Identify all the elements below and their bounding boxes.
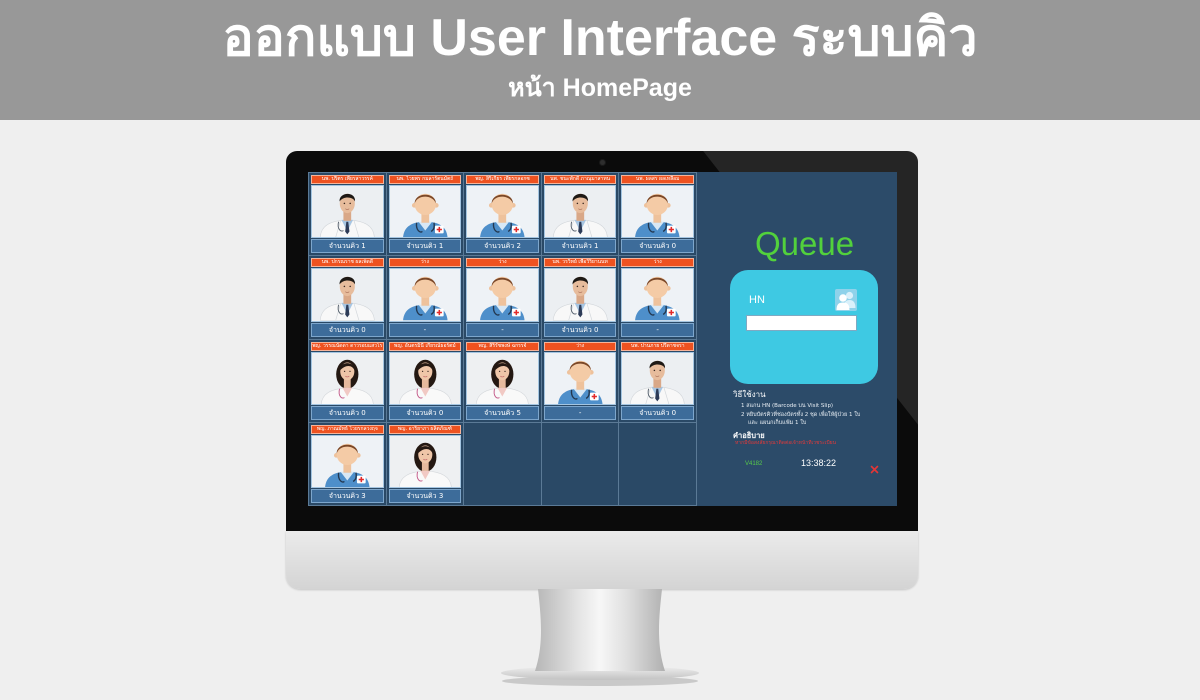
doctor-placeholder-icon: [388, 185, 462, 239]
doctor-placeholder-icon: [543, 351, 617, 405]
doctor-card[interactable]: พญ. สิริรัชพงษ์ ฉกรรจ์จำนวนคิว 5: [464, 339, 541, 422]
doctor-name: นพ. ชนะพักดี ภาณุมาสาทน: [543, 175, 617, 184]
doctor-card[interactable]: พญ. อาริยาภา ผลิตภัณฑ์จำนวนคิว 3: [386, 422, 464, 505]
queue-count: -: [388, 322, 462, 337]
doctor-card[interactable]: พญ. ภาณมัทธ์ ไวยรกลวงฤจจำนวนคิว 3: [309, 422, 386, 505]
doctor-card[interactable]: พญ. สิริเกียร เพียรกลอกซจำนวนคิว 2: [464, 173, 541, 256]
doctor-grid: นพ. ปริตร เพียรสาวรรค์ จำนวนคิว 1 นพ. ไวยพ…: [308, 172, 697, 506]
page-subtitle: หน้า HomePage: [508, 74, 692, 102]
doctor-name: นพ. ผลสร ผลเหลือม: [621, 175, 694, 184]
version-label: V4182: [745, 461, 763, 467]
instruction-line: 1 สแกน HN (Barcode บน Visit Slip): [741, 403, 834, 409]
hn-label: HN: [749, 294, 765, 306]
doctor-name: ว่าง: [388, 258, 462, 268]
male-doctor-photo: [543, 268, 617, 322]
doctor-placeholder-icon: [466, 185, 539, 239]
queue-count: จำนวนคิว 5: [466, 405, 539, 420]
user-group-icon[interactable]: [835, 289, 857, 311]
queue-count: จำนวนคิว 3: [311, 489, 384, 503]
queue-count: -: [543, 405, 617, 420]
doctor-placeholder-icon: [311, 434, 384, 488]
doctor-name: นพ. ไวยพร กมลารัตนมัตถ์: [388, 175, 462, 184]
queue-count: จำนวนคิว 0: [311, 322, 384, 337]
doctor-name: ว่าง: [621, 258, 694, 268]
hn-entry-box: HN: [730, 270, 878, 384]
instruction-line: 2 หยิบบัตรคิวที่ช่องบัตรทั้ง 2 ชุด เพื่อ…: [741, 412, 861, 418]
doctor-name: นพ. วรวิทย์ เพื่อวิริยานนท: [543, 258, 617, 268]
monitor-stand: [501, 589, 699, 686]
doctor-name: พญ. ภาณมัทธ์ ไวยรกลวงฤจ: [311, 424, 384, 434]
female-doctor-photo: [388, 351, 462, 405]
queue-title: Queue: [755, 225, 855, 262]
queue-panel: Queue HN วิธีใช้งาน 1 สแกน HN (Barcode บ…: [697, 172, 897, 506]
doctor-card[interactable]: นพ. ผลสร ผลเหลือมจำนวนคิว 0: [619, 173, 696, 256]
queue-count: จำนวนคิว 0: [621, 239, 694, 254]
camera-icon: [600, 160, 605, 165]
doctor-name: นพ. ปกรณราช ผลเพ็ดดี: [311, 258, 384, 268]
male-doctor-photo: [311, 185, 384, 239]
doctor-name: พญ. สิริเกียร เพียรกลอกซ: [466, 175, 539, 184]
doctor-name: ว่าง: [543, 341, 617, 351]
male-doctor-photo: [311, 268, 384, 322]
title-banner: ออกแบบ User Interface ระบบคิว หน้า HomeP…: [0, 0, 1200, 120]
male-doctor-photo: [621, 351, 694, 405]
doctor-card[interactable]: นพ. ปานภาย ปรีดาชจราจำนวนคิว 0: [619, 339, 696, 422]
doctor-placeholder-icon: [388, 268, 462, 322]
close-icon[interactable]: [870, 459, 879, 474]
clock: 13:38:22: [801, 458, 837, 468]
empty-slot: [619, 422, 696, 505]
queue-count: จำนวนคิว 1: [311, 239, 384, 254]
hn-input[interactable]: [746, 315, 857, 331]
male-doctor-photo: [543, 185, 617, 239]
empty-slot: [541, 422, 619, 505]
instruction-line: และ แผนกเก็บแฟ้ม 1 ใบ: [748, 420, 807, 426]
doctor-card[interactable]: นพ. ไวยพร กมลารัตนมัตถ์จำนวนคิว 1: [386, 173, 464, 256]
doctor-name: ว่าง: [466, 258, 539, 268]
monitor-chin: [286, 531, 918, 589]
doctor-name: พญ. สิริรัชพงษ์ ฉกรรจ์: [466, 341, 539, 351]
doctor-card[interactable]: พญ. วรรณนัดดา ดาวรอบแสวโรจำนวนคิว 0: [309, 339, 386, 422]
doctor-card[interactable]: ว่าง -: [386, 256, 464, 339]
female-doctor-photo: [466, 351, 539, 405]
doctor-card[interactable]: พญ. อันตรมินี เกียรณ์ธอร์ตม์จำนวนคิว 0: [386, 339, 464, 422]
doctor-name: นพ. ปานภาย ปรีดาชจรา: [621, 341, 694, 351]
queue-count: -: [466, 322, 539, 337]
queue-count: จำนวนคิว 1: [543, 239, 617, 254]
doctor-placeholder-icon: [621, 268, 694, 322]
queue-count: จำนวนคิว 0: [311, 405, 384, 420]
doctor-card[interactable]: ว่าง -: [619, 256, 696, 339]
instructions-title: วิธีใช้งาน: [733, 390, 766, 399]
doctor-card[interactable]: ว่าง -: [541, 339, 619, 422]
doctor-card[interactable]: นพ. วรวิทย์ เพื่อวิริยานนทจำนวนคิว 0: [541, 256, 619, 339]
queue-count: จำนวนคิว 1: [388, 239, 462, 254]
empty-slot: [464, 422, 541, 505]
queue-count: จำนวนคิว 0: [621, 405, 694, 420]
doctor-name: พญ. วรรณนัดดา ดาวรอบแสวโร: [311, 341, 384, 351]
queue-count: จำนวนคิว 0: [543, 322, 617, 337]
doctor-name: พญ. อาริยาภา ผลิตภัณฑ์: [388, 424, 462, 434]
page-title: ออกแบบ User Interface ระบบคิว: [222, 9, 978, 67]
doctor-placeholder-icon: [466, 268, 539, 322]
monitor-bezel: นพ. ปริตร เพียรสาวรรค์ จำนวนคิว 1 นพ. ไวยพ…: [286, 151, 918, 531]
doctor-placeholder-icon: [621, 185, 694, 239]
description-title: คำอธิบาย: [733, 431, 765, 440]
doctor-name: พญ. อันตรมินี เกียรณ์ธอร์ตม์: [388, 341, 462, 351]
doctor-name: นพ. ปริตร เพียรสาวรรค์: [311, 175, 384, 184]
queue-count: จำนวนคิว 2: [466, 239, 539, 254]
doctor-card[interactable]: นพ. ชนะพักดี ภาณุมาสาทนจำนวนคิว 1: [541, 173, 619, 256]
description-text: หากมีข้อสงสัยกรุณาติดต่อเจ้าหน้าที่เวชระ…: [735, 440, 837, 446]
queue-count: -: [621, 322, 694, 337]
queue-count: จำนวนคิว 3: [388, 489, 462, 503]
female-doctor-photo: [388, 434, 462, 488]
queue-count: จำนวนคิว 0: [388, 405, 462, 420]
queue-app-screen: นพ. ปริตร เพียรสาวรรค์ จำนวนคิว 1 นพ. ไวยพ…: [308, 172, 897, 506]
doctor-card[interactable]: นพ. ปกรณราช ผลเพ็ดดีจำนวนคิว 0: [309, 256, 386, 339]
doctor-card[interactable]: นพ. ปริตร เพียรสาวรรค์จำนวนคิว 1: [309, 173, 386, 256]
doctor-card[interactable]: ว่าง -: [464, 256, 541, 339]
female-doctor-photo: [311, 351, 384, 405]
